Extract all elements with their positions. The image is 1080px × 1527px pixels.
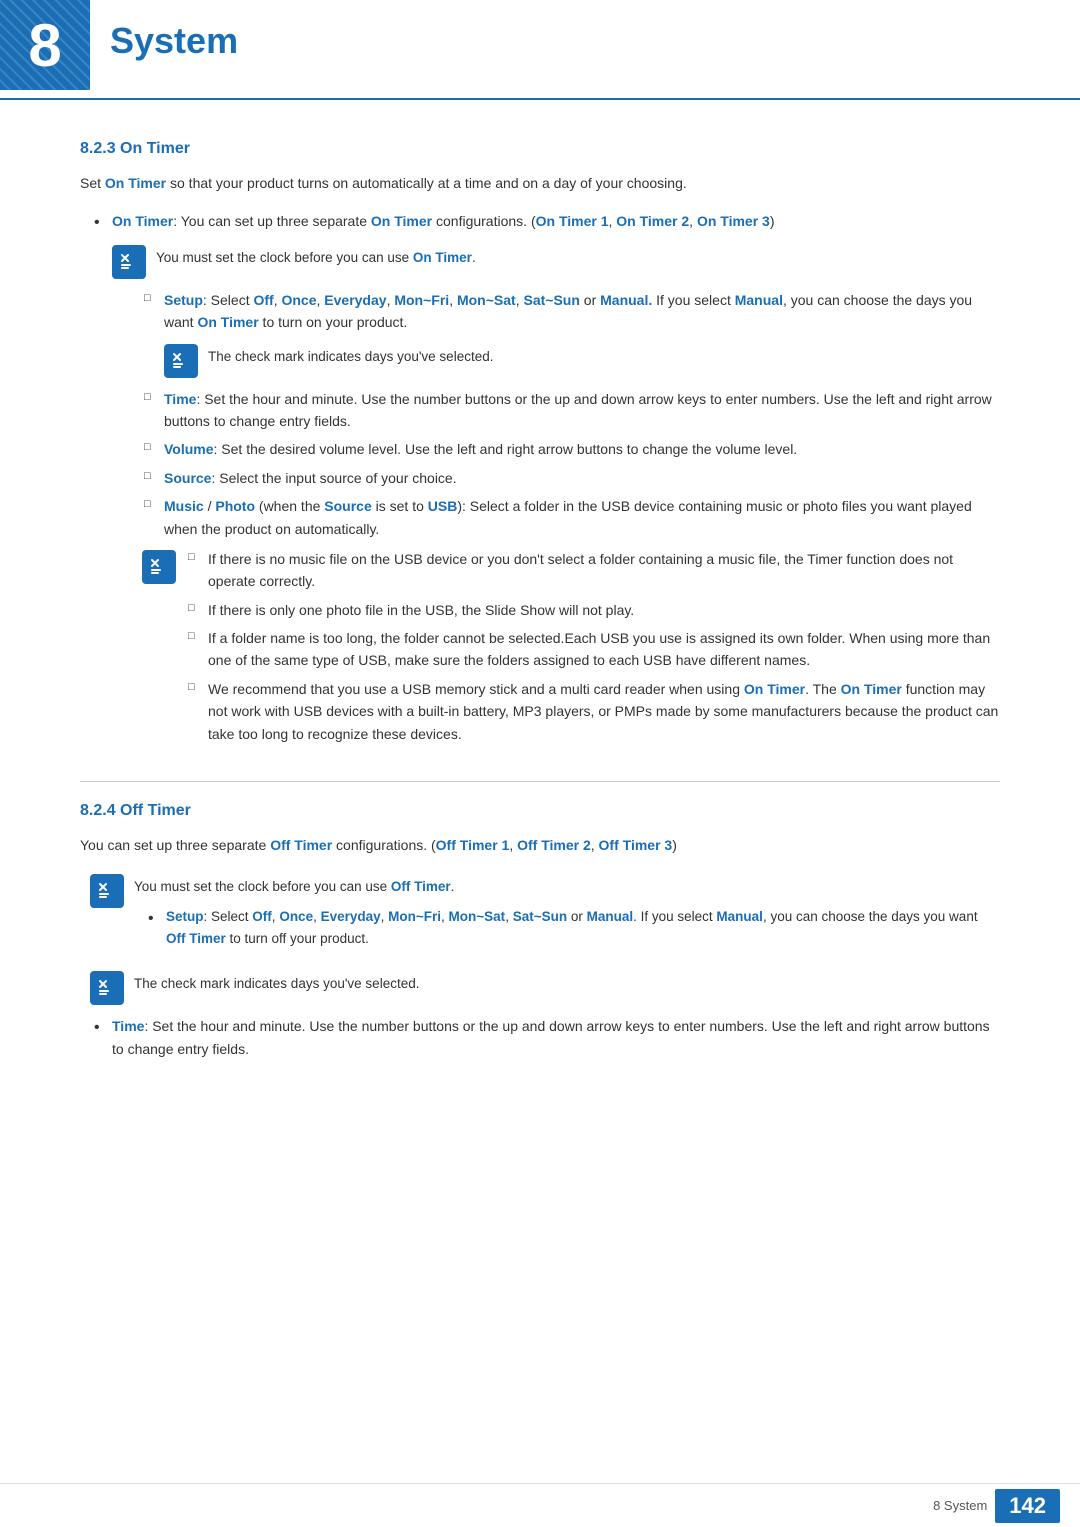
music-photo-item: Music / Photo (when the Source is set to…	[142, 495, 1000, 540]
time-label: Time	[164, 391, 196, 407]
on-timer-bold2: On Timer	[371, 213, 432, 229]
note-icon-3	[142, 550, 176, 584]
on-timer-label: On Timer	[112, 213, 173, 229]
source-bold: Source	[324, 498, 371, 514]
note3-item-2: If there is only one photo file in the U…	[186, 599, 1000, 621]
on-timer-3: On Timer 3	[697, 213, 770, 229]
note3-sq-list: If there is no music file on the USB dev…	[186, 548, 1000, 751]
off-setup-label: Setup	[166, 909, 204, 924]
note-icon-svg-4	[96, 880, 118, 902]
section-824-heading: 8.2.4 Off Timer	[80, 802, 1000, 820]
on-timer-note1-text: You must set the clock before you can us…	[156, 243, 476, 269]
time-item: Time: Set the hour and minute. Use the n…	[142, 388, 1000, 433]
footer-text: 8 System	[933, 1498, 987, 1513]
off-setup-manual2: Manual	[716, 909, 763, 924]
photo-label: Photo	[215, 498, 255, 514]
off-timer-time-item: Time: Set the hour and minute. Use the n…	[90, 1015, 1000, 1060]
off-setup-off: Off	[252, 909, 272, 924]
off-timer-note2-box: The check mark indicates days you've sel…	[90, 969, 1000, 1005]
on-timer-1: On Timer 1	[536, 213, 609, 229]
off-setup-once: Once	[279, 909, 313, 924]
setup-off: Off	[253, 292, 273, 308]
note3-item-1: If there is no music file on the USB dev…	[186, 548, 1000, 593]
off-setup-satsun: Sat~Sun	[513, 909, 567, 924]
note1-off-timer-bold: Off Timer	[391, 879, 451, 894]
section-823: 8.2.3 On Timer Set On Timer so that your…	[80, 140, 1000, 751]
setup-satsun: Sat~Sun	[523, 292, 579, 308]
volume-label: Volume	[164, 441, 214, 457]
off-setup-manual: Manual	[587, 909, 634, 924]
note-icon-2	[164, 344, 198, 378]
source-item: Source: Select the input source of your …	[142, 467, 1000, 489]
setup-label: Setup	[164, 292, 203, 308]
note-icon-5	[90, 971, 124, 1005]
section-823-heading: 8.2.3 On Timer	[80, 140, 1000, 158]
off-timer-bold-intro: Off Timer	[270, 837, 332, 853]
off-time-label: Time	[112, 1018, 144, 1034]
on-timer-note1-box: You must set the clock before you can us…	[112, 243, 1000, 279]
off-timer-note2-text: The check mark indicates days you've sel…	[134, 969, 419, 995]
section-823-intro: Set On Timer so that your product turns …	[80, 172, 1000, 194]
main-content: 8.2.3 On Timer Set On Timer so that your…	[0, 100, 1080, 1130]
note3-on-timer-bold2: On Timer	[841, 681, 902, 697]
note3-item-3: If a folder name is too long, the folder…	[186, 627, 1000, 672]
setup-manual2: Manual	[735, 292, 783, 308]
setup-monfri: Mon~Fri	[394, 292, 449, 308]
off-timer-3: Off Timer 3	[599, 837, 673, 853]
note3-item-4: We recommend that you use a USB memory s…	[186, 678, 1000, 745]
off-setup-monsat: Mon~Sat	[449, 909, 506, 924]
page-footer: 8 System 142	[0, 1483, 1080, 1527]
section-824-intro: You can set up three separate Off Timer …	[80, 834, 1000, 856]
setup-once: Once	[281, 292, 316, 308]
setup-monsat: Mon~Sat	[457, 292, 516, 308]
note-icon-svg-5	[96, 977, 118, 999]
on-timer-bullet-list: On Timer: You can set up three separate …	[90, 210, 1000, 751]
on-timer-note2-box: The check mark indicates days you've sel…	[164, 342, 1000, 378]
on-timer-2: On Timer 2	[616, 213, 689, 229]
off-setup-everyday: Everyday	[321, 909, 381, 924]
note3-on-timer-bold: On Timer	[744, 681, 805, 697]
off-timer-note1-box: You must set the clock before you can us…	[90, 872, 1000, 959]
off-timer-setup-item: Setup: Select Off, Once, Everyday, Mon~F…	[144, 906, 1000, 949]
off-timer-bold-setup: Off Timer	[166, 931, 226, 946]
off-setup-monfri: Mon~Fri	[388, 909, 441, 924]
intro-on-timer-bold: On Timer	[105, 175, 166, 191]
note-icon-svg-1	[118, 251, 140, 273]
source-label: Source	[164, 470, 211, 486]
note-icon-1	[112, 245, 146, 279]
page-number: 142	[995, 1489, 1060, 1523]
setup-everyday: Everyday	[324, 292, 386, 308]
volume-item: Volume: Set the desired volume level. Us…	[142, 438, 1000, 460]
off-timer-note1-text: You must set the clock before you can us…	[134, 872, 1000, 959]
section-824: 8.2.4 Off Timer You can set up three sep…	[80, 802, 1000, 1060]
off-timer-1: Off Timer 1	[436, 837, 510, 853]
note-icon-4	[90, 874, 124, 908]
off-timer-time-list: Time: Set the hour and minute. Use the n…	[90, 1015, 1000, 1060]
note-icon-svg-3	[148, 556, 170, 578]
note-icon-svg-2	[170, 350, 192, 372]
off-timer-2: Off Timer 2	[517, 837, 591, 853]
section-divider	[80, 781, 1000, 782]
chapter-title: System	[110, 20, 238, 62]
off-timer-setup-list: Setup: Select Off, Once, Everyday, Mon~F…	[144, 906, 1000, 949]
setup-manual: Manual.	[600, 292, 652, 308]
music-label: Music	[164, 498, 204, 514]
setup-on-timer: On Timer	[197, 314, 258, 330]
note1-on-timer-bold: On Timer	[413, 250, 472, 265]
chapter-number-box: 8	[0, 0, 90, 90]
note3-box: If there is no music file on the USB dev…	[142, 548, 1000, 751]
on-timer-bullet-item: On Timer: You can set up three separate …	[90, 210, 1000, 751]
page-header: 8 System	[0, 0, 1080, 100]
setup-item: Setup: Select Off, Once, Everyday, Mon~F…	[142, 289, 1000, 378]
on-timer-note2-text: The check mark indicates days you've sel…	[208, 342, 493, 368]
on-timer-sq-list: Setup: Select Off, Once, Everyday, Mon~F…	[142, 289, 1000, 540]
usb-bold: USB	[428, 498, 458, 514]
